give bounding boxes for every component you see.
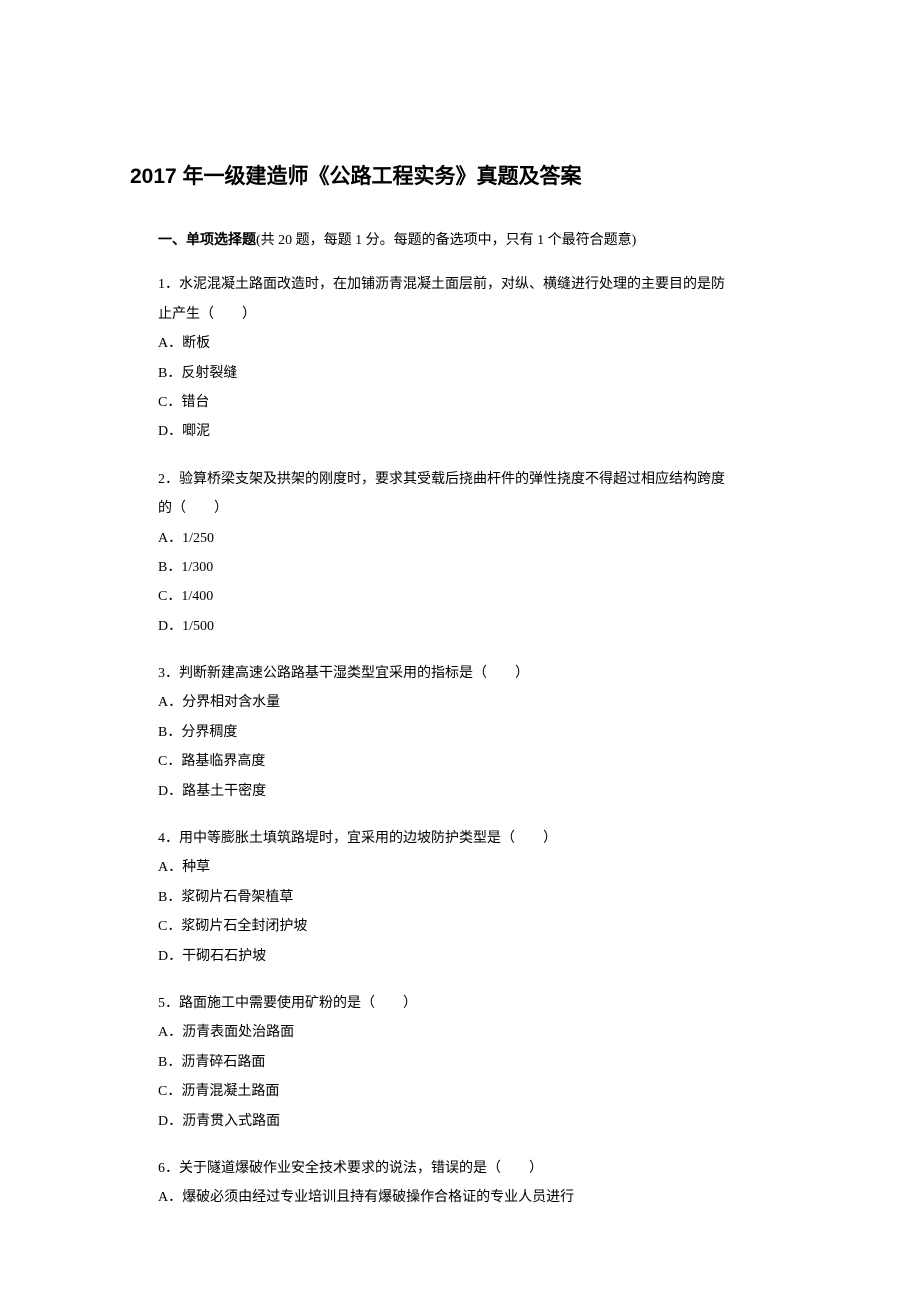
option-a: A．爆破必须由经过专业培训且持有爆破操作合格证的专业人员进行 [158,1183,790,1212]
section-header: 一、单项选择题(共 20 题，每题 1 分。每题的备选项中，只有 1 个最符合题… [130,230,790,252]
option-d: D．唧泥 [158,417,790,446]
option-b: B．浆砌片石骨架植草 [158,883,790,912]
option-c: C．浆砌片石全封闭护坡 [158,912,790,941]
option-d: D．路基土干密度 [158,777,790,806]
question-text: 止产生（ ） [158,300,790,329]
question-2: 2．验算桥梁支架及拱架的刚度时，要求其受载后挠曲杆件的弹性挠度不得超过相应结构跨… [130,465,790,641]
question-1: 1．水泥混凝土路面改造时，在加铺沥青混凝土面层前，对纵、横缝进行处理的主要目的是… [130,270,790,446]
question-text: 1．水泥混凝土路面改造时，在加铺沥青混凝土面层前，对纵、横缝进行处理的主要目的是… [158,270,790,299]
option-a: A．断板 [158,329,790,358]
section-label-rest: (共 20 题，每题 1 分。每题的备选项中，只有 1 个最符合题意) [256,233,636,248]
option-b: B．分界稠度 [158,718,790,747]
option-a: A．种草 [158,853,790,882]
option-d: D．1/500 [158,612,790,641]
question-text: 2．验算桥梁支架及拱架的刚度时，要求其受载后挠曲杆件的弹性挠度不得超过相应结构跨… [158,465,790,494]
option-d: D．干砌石石护坡 [158,942,790,971]
option-c: C．错台 [158,388,790,417]
option-c: C．沥青混凝土路面 [158,1077,790,1106]
question-text: 3．判断新建高速公路路基干湿类型宜采用的指标是（ ） [158,659,790,688]
question-5: 5．路面施工中需要使用矿粉的是（ ） A．沥青表面处治路面 B．沥青碎石路面 C… [130,989,790,1136]
option-b: B．沥青碎石路面 [158,1048,790,1077]
option-a: A．分界相对含水量 [158,688,790,717]
option-c: C．1/400 [158,582,790,611]
page-title: 2017 年一级建造师《公路工程实务》真题及答案 [130,160,790,190]
option-a: A．1/250 [158,524,790,553]
question-text: 的（ ） [158,494,790,523]
question-text: 4．用中等膨胀土填筑路堤时，宜采用的边坡防护类型是（ ） [158,824,790,853]
option-b: B．反射裂缝 [158,359,790,388]
question-3: 3．判断新建高速公路路基干湿类型宜采用的指标是（ ） A．分界相对含水量 B．分… [130,659,790,806]
option-a: A．沥青表面处治路面 [158,1018,790,1047]
option-c: C．路基临界高度 [158,747,790,776]
question-text: 5．路面施工中需要使用矿粉的是（ ） [158,989,790,1018]
question-text: 6．关于隧道爆破作业安全技术要求的说法，错误的是（ ） [158,1154,790,1183]
question-4: 4．用中等膨胀土填筑路堤时，宜采用的边坡防护类型是（ ） A．种草 B．浆砌片石… [130,824,790,971]
option-d: D．沥青贯入式路面 [158,1107,790,1136]
question-6: 6．关于隧道爆破作业安全技术要求的说法，错误的是（ ） A．爆破必须由经过专业培… [130,1154,790,1213]
option-b: B．1/300 [158,553,790,582]
section-label-bold: 一、单项选择题 [158,233,256,248]
